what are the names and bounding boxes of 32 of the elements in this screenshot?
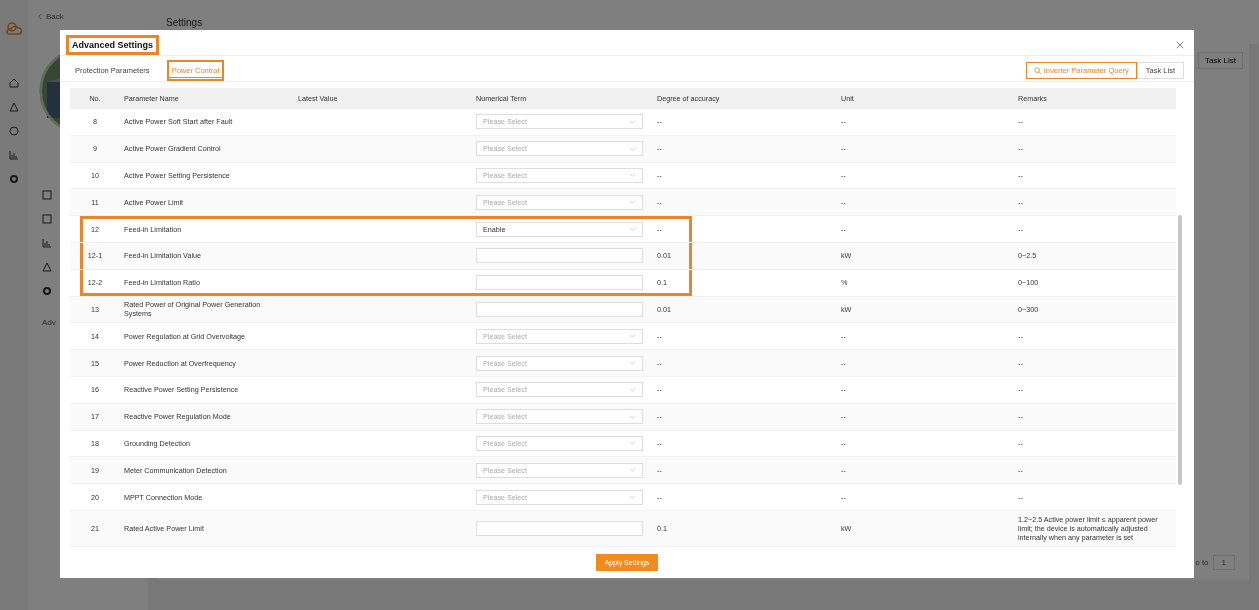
page-title: Settings: [166, 17, 203, 28]
caret-icon: [629, 387, 636, 392]
caret-icon: [629, 119, 636, 124]
chart-icon[interactable]: [9, 150, 19, 160]
input-field[interactable]: [476, 520, 643, 536]
caret-icon: [629, 227, 636, 232]
caret-icon: [629, 173, 636, 178]
caret-icon: [629, 146, 636, 151]
chart-icon[interactable]: [42, 238, 52, 248]
caret-icon: [629, 414, 636, 419]
warning-icon[interactable]: [42, 262, 52, 272]
task-list-button[interactable]: Task List: [1197, 52, 1243, 69]
section-label: Adv: [42, 318, 56, 327]
back-link[interactable]: Back: [46, 12, 64, 21]
input-field[interactable]: [476, 301, 643, 317]
caret-icon: [629, 468, 636, 473]
house-icon[interactable]: [9, 78, 19, 88]
goto-label: o to: [1195, 558, 1209, 567]
dialog-title: Advanced Settings: [66, 34, 160, 55]
caret-icon: [629, 334, 636, 339]
input-field[interactable]: [476, 248, 643, 264]
search-icon: [1033, 66, 1042, 75]
caret-icon: [629, 361, 636, 366]
chevron-left-icon[interactable]: [38, 13, 42, 20]
caret-icon: [629, 495, 636, 500]
warning-icon[interactable]: [9, 102, 19, 112]
caret-icon: [629, 200, 636, 205]
caret-icon: [629, 441, 636, 446]
cloud-sun-logo: [4, 20, 24, 36]
close-icon[interactable]: [1176, 40, 1184, 49]
page-field[interactable]: 1: [1212, 555, 1235, 570]
input-field[interactable]: [476, 275, 643, 291]
